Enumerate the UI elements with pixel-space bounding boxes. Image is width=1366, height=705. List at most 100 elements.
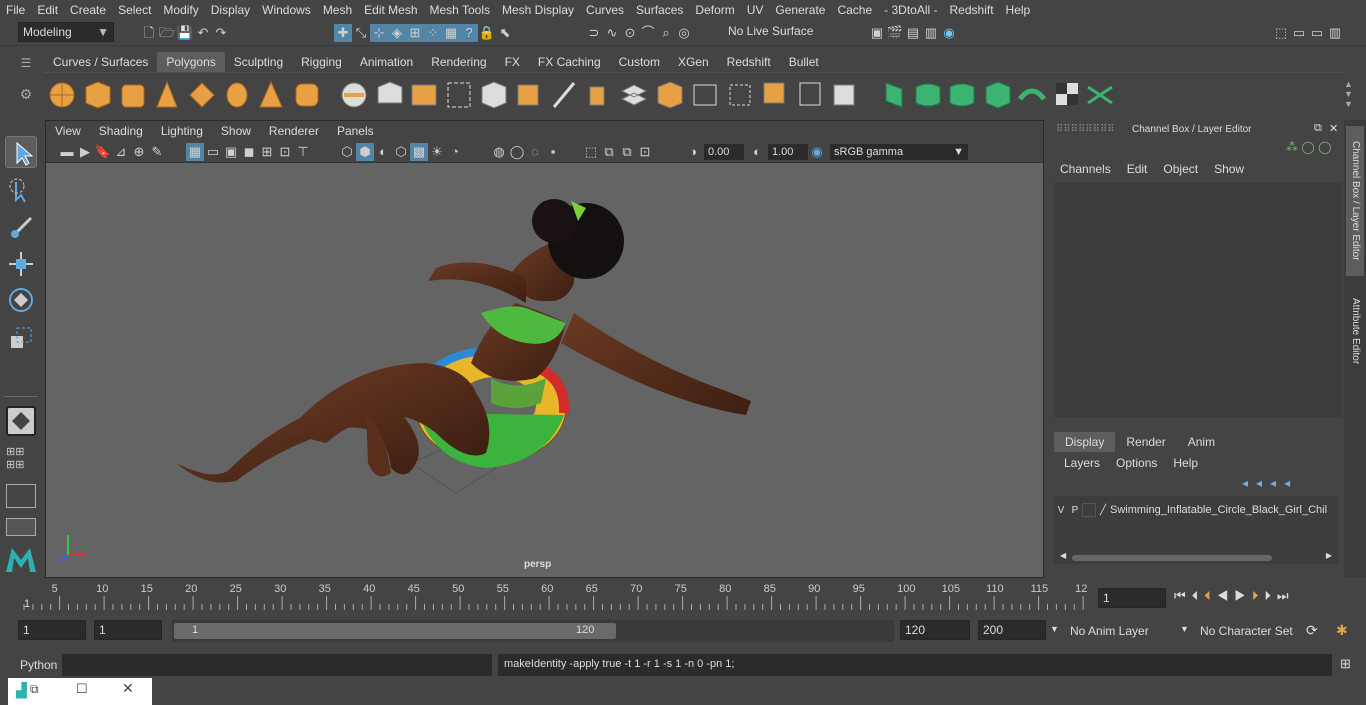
image-plane-icon[interactable]: ⊿	[112, 143, 130, 161]
viewport-menu-shading[interactable]: Shading	[90, 124, 152, 138]
layout3-icon[interactable]: ▥	[1326, 24, 1344, 42]
lasso-tool-icon[interactable]	[5, 174, 37, 206]
menu-display[interactable]: Display	[205, 3, 256, 17]
range-slider[interactable]: 1 120	[172, 620, 894, 642]
help-icon[interactable]: ?	[460, 24, 478, 42]
cube-settings-icon[interactable]: ⬚	[1272, 24, 1290, 42]
restore-icon[interactable]: ⧉	[30, 682, 39, 697]
layer-color-icon[interactable]: ╱	[1096, 505, 1110, 516]
shelf-tab-curves-surfaces[interactable]: Curves / Surfaces	[44, 52, 157, 72]
anim-prefs-icon[interactable]: ✱	[1336, 622, 1348, 639]
scale-tool-icon[interactable]	[5, 322, 37, 354]
gear-icon[interactable]: ⚙	[18, 86, 34, 103]
menu-mesh[interactable]: Mesh	[317, 3, 358, 17]
shelf-tab-custom[interactable]: Custom	[610, 52, 669, 72]
shelf-tab-sculpting[interactable]: Sculpting	[225, 52, 292, 72]
save-scene-icon[interactable]: 💾	[176, 24, 194, 42]
prev-key-icon[interactable]: ⏴	[1204, 588, 1217, 603]
layer-playback[interactable]: P	[1068, 505, 1082, 516]
menu-uv[interactable]: UV	[741, 3, 770, 17]
maya-app-icon[interactable]: ▟	[16, 682, 27, 699]
magnet-icon[interactable]: ⊃	[585, 24, 603, 42]
menu-mesh-display[interactable]: Mesh Display	[496, 3, 580, 17]
script-lang-button[interactable]: Python	[20, 658, 57, 672]
script-editor-icon[interactable]: ⊞	[1340, 656, 1351, 672]
shadows-icon[interactable]: ◔	[446, 143, 464, 161]
menu-select[interactable]: Select	[112, 3, 157, 17]
tab-anim[interactable]: Anim	[1177, 432, 1226, 452]
close-window-icon[interactable]: ✕	[122, 680, 134, 697]
tab-attribute-editor[interactable]: Attribute Editor	[1346, 286, 1364, 376]
exposure-icon[interactable]: ◑	[684, 143, 702, 161]
dof-icon[interactable]: ▪	[544, 143, 562, 161]
viewport-menu-panels[interactable]: Panels	[328, 124, 383, 138]
menu-curves[interactable]: Curves	[580, 3, 630, 17]
snap-point-icon[interactable]: ⁘	[424, 24, 442, 42]
layer-row[interactable]: V P ╱ Swimming_Inflatable_Circle_Black_G…	[1054, 502, 1338, 518]
rotate-tool-icon[interactable]	[5, 284, 37, 316]
gate-mask-icon[interactable]: ◼	[240, 143, 258, 161]
menu-help[interactable]: Help	[1000, 3, 1037, 17]
anim-layer-dropdown[interactable]: No Anim Layer	[1070, 624, 1149, 638]
grid-icon[interactable]: ▦	[186, 143, 204, 161]
layer-menu-help[interactable]: Help	[1165, 456, 1206, 470]
snap-curve2-icon[interactable]: ∿	[603, 24, 621, 42]
layout-single-icon[interactable]	[6, 518, 36, 536]
layer-menu-layers[interactable]: Layers	[1056, 456, 1108, 470]
layer-action-icons[interactable]: ◂◂◂◂	[1242, 476, 1298, 490]
xray-active-icon[interactable]: ⊡	[636, 143, 654, 161]
select-hierarchy-icon[interactable]: ✚	[334, 24, 352, 42]
move-tool-icon[interactable]	[5, 248, 37, 280]
layout-quad-icon[interactable]: ⊞⊞ ⊞⊞	[6, 446, 24, 472]
isolate-select-icon[interactable]: ⬚	[582, 143, 600, 161]
open-scene-icon[interactable]: 🗁	[158, 24, 176, 42]
undo-icon[interactable]: ↶	[194, 24, 212, 42]
shelf-tab-fx[interactable]: FX	[496, 52, 529, 72]
colorspace-dropdown[interactable]: sRGB gamma ▼	[830, 144, 968, 160]
textured-icon[interactable]: ▩	[410, 143, 428, 161]
shelf-tab-rendering[interactable]: Rendering	[422, 52, 495, 72]
play-forward-icon[interactable]: ▶	[1234, 588, 1252, 603]
channel-menu-show[interactable]: Show	[1206, 162, 1252, 176]
auto-key-icon[interactable]: ⟳	[1306, 622, 1318, 639]
shelf-scroll[interactable]: ▲ ▼ ▼	[1344, 79, 1353, 109]
gamma-icon[interactable]: ◐	[748, 143, 766, 161]
chevron-down-icon[interactable]: ▼	[1180, 624, 1189, 634]
shelf-tab-xgen[interactable]: XGen	[669, 52, 718, 72]
wireframe-icon[interactable]: ⬡	[338, 143, 356, 161]
channel-menu-object[interactable]: Object	[1155, 162, 1206, 176]
snap-view-icon[interactable]: ▦	[442, 24, 460, 42]
maximize-icon[interactable]: ☐	[76, 681, 88, 697]
go-start-icon[interactable]: ⏮	[1174, 588, 1192, 603]
lights-icon[interactable]: ☀	[428, 143, 446, 161]
command-input[interactable]	[62, 654, 492, 676]
render-view-icon[interactable]: ▣	[868, 24, 886, 42]
layout-icon[interactable]: ▭	[1290, 24, 1308, 42]
wireframe-on-shaded-icon[interactable]: ⬡	[392, 143, 410, 161]
last-tool-icon[interactable]	[6, 406, 36, 436]
select-tool-icon[interactable]	[5, 136, 37, 168]
menu-windows[interactable]: Windows	[256, 3, 317, 17]
menu-cache[interactable]: Cache	[831, 3, 878, 17]
render-settings-icon[interactable]: ▥	[922, 24, 940, 42]
shelf-tab-animation[interactable]: Animation	[351, 52, 422, 72]
motion-blur-icon[interactable]: ◯	[508, 143, 526, 161]
ssao-icon[interactable]: ◍	[490, 143, 508, 161]
menu-3dtoall[interactable]: - 3DtoAll -	[878, 3, 943, 17]
xray-icon[interactable]: ⧉	[600, 143, 618, 161]
viewport-menu-show[interactable]: Show	[212, 124, 260, 138]
mode-dropdown[interactable]: Modeling ▼	[18, 22, 114, 42]
hypershade-icon[interactable]: ◉	[940, 24, 958, 42]
redo-icon[interactable]: ↷	[212, 24, 230, 42]
tab-render[interactable]: Render	[1115, 432, 1176, 452]
shelf-tab-rigging[interactable]: Rigging	[292, 52, 351, 72]
tab-display[interactable]: Display	[1054, 432, 1116, 452]
step-back-icon[interactable]: ⏴	[1192, 588, 1205, 603]
end-frame-field[interactable]: 200	[978, 620, 1046, 640]
live-surface-field[interactable]: No Live Surface	[724, 22, 820, 42]
grease-pencil-icon[interactable]: ✎	[148, 143, 166, 161]
time-slider[interactable]: 5 10 15 20 25 30 35 40 45 50 55 60 65 70 75 80 85 90 95 100…	[18, 582, 1090, 612]
layer-menu-options[interactable]: Options	[1108, 456, 1165, 470]
viewport-menu-lighting[interactable]: Lighting	[152, 124, 212, 138]
playback-start-field[interactable]: 1	[94, 620, 162, 640]
